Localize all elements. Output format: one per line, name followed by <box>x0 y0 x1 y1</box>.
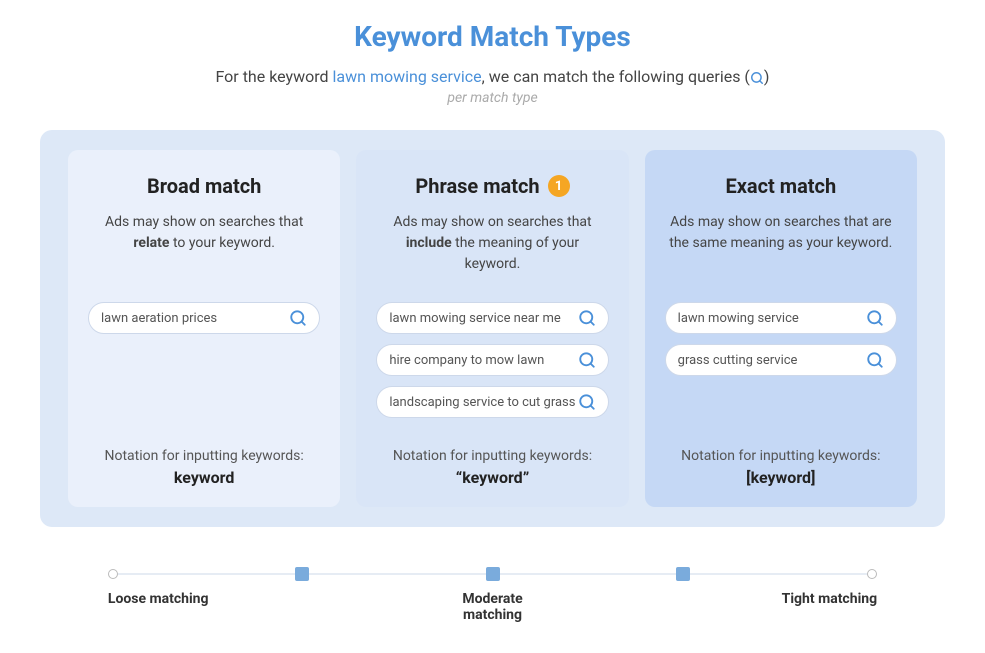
search-box-phrase-0[interactable]: lawn mowing service near me <box>376 302 608 334</box>
search-text-phrase-2: landscaping service to cut grass <box>389 395 577 410</box>
subtitle-prefix: For the keyword <box>216 67 333 86</box>
keyword-link[interactable]: lawn mowing service <box>333 67 482 86</box>
card-broad: Broad match Ads may show on searches tha… <box>68 150 340 507</box>
notation-exact-label: Notation for inputting keywords: <box>681 448 880 464</box>
page-title: Keyword Match Types <box>354 20 631 53</box>
search-icon-inline <box>750 71 764 85</box>
timeline-label-1: Moderate matching <box>433 591 553 623</box>
search-text-broad-0: lawn aeration prices <box>101 311 289 326</box>
notation-phrase-value: “keyword” <box>393 468 592 487</box>
search-icon-phrase-2 <box>578 393 596 411</box>
search-text-exact-1: grass cutting service <box>678 353 866 368</box>
notation-phrase: Notation for inputting keywords: “keywor… <box>393 428 592 487</box>
search-icon-exact-1 <box>866 351 884 369</box>
card-phrase: Phrase match 1 Ads may show on searches … <box>356 150 628 507</box>
subtitle-suffix: , we can match the following queries ( <box>482 67 750 86</box>
card-exact: Exact match Ads may show on searches tha… <box>645 150 917 507</box>
card-exact-title: Exact match <box>725 174 836 198</box>
search-box-broad-0[interactable]: lawn aeration prices <box>88 302 320 334</box>
search-box-phrase-2[interactable]: landscaping service to cut grass <box>376 386 608 418</box>
search-box-phrase-1[interactable]: hire company to mow lawn <box>376 344 608 376</box>
search-text-exact-0: lawn mowing service <box>678 311 866 326</box>
card-broad-title: Broad match <box>147 174 261 198</box>
timeline-container: Loose matching Moderate matching Tight m… <box>40 567 945 623</box>
timeline-label-0: Loose matching <box>108 591 228 623</box>
search-text-phrase-1: hire company to mow lawn <box>389 353 577 368</box>
search-icon-phrase-0 <box>578 309 596 327</box>
search-icon-broad-0 <box>289 309 307 327</box>
search-text-phrase-0: lawn mowing service near me <box>389 311 577 326</box>
card-phrase-desc: Ads may show on searches that include th… <box>376 212 608 282</box>
search-icon-exact-0 <box>866 309 884 327</box>
card-exact-desc: Ads may show on searches that are the sa… <box>665 212 897 282</box>
timeline-dot-end <box>867 569 877 579</box>
card-phrase-title: Phrase match 1 <box>415 174 569 198</box>
timeline-label-2: Tight matching <box>757 591 877 623</box>
cards-container: Broad match Ads may show on searches tha… <box>40 130 945 527</box>
search-box-exact-1[interactable]: grass cutting service <box>665 344 897 376</box>
search-icon-phrase-1 <box>578 351 596 369</box>
per-match-label: per match type <box>447 90 537 106</box>
subtitle: For the keyword lawn mowing service, we … <box>216 67 770 86</box>
notation-exact: Notation for inputting keywords: [keywor… <box>681 428 880 487</box>
timeline-dot-start <box>108 569 118 579</box>
card-broad-desc: Ads may show on searches that relate to … <box>88 212 320 282</box>
timeline-marker-1 <box>295 567 309 581</box>
timeline-marker-2 <box>486 567 500 581</box>
notation-exact-value: [keyword] <box>681 468 880 487</box>
timeline-track <box>108 567 877 581</box>
notation-broad: Notation for inputting keywords: keyword <box>105 428 304 487</box>
phrase-badge: 1 <box>548 175 570 197</box>
search-box-exact-0[interactable]: lawn mowing service <box>665 302 897 334</box>
notation-broad-label: Notation for inputting keywords: <box>105 448 304 464</box>
notation-phrase-label: Notation for inputting keywords: <box>393 448 592 464</box>
timeline-marker-3 <box>676 567 690 581</box>
timeline-labels: Loose matching Moderate matching Tight m… <box>108 591 877 623</box>
notation-broad-value: keyword <box>105 468 304 487</box>
subtitle-end: ) <box>764 67 770 86</box>
